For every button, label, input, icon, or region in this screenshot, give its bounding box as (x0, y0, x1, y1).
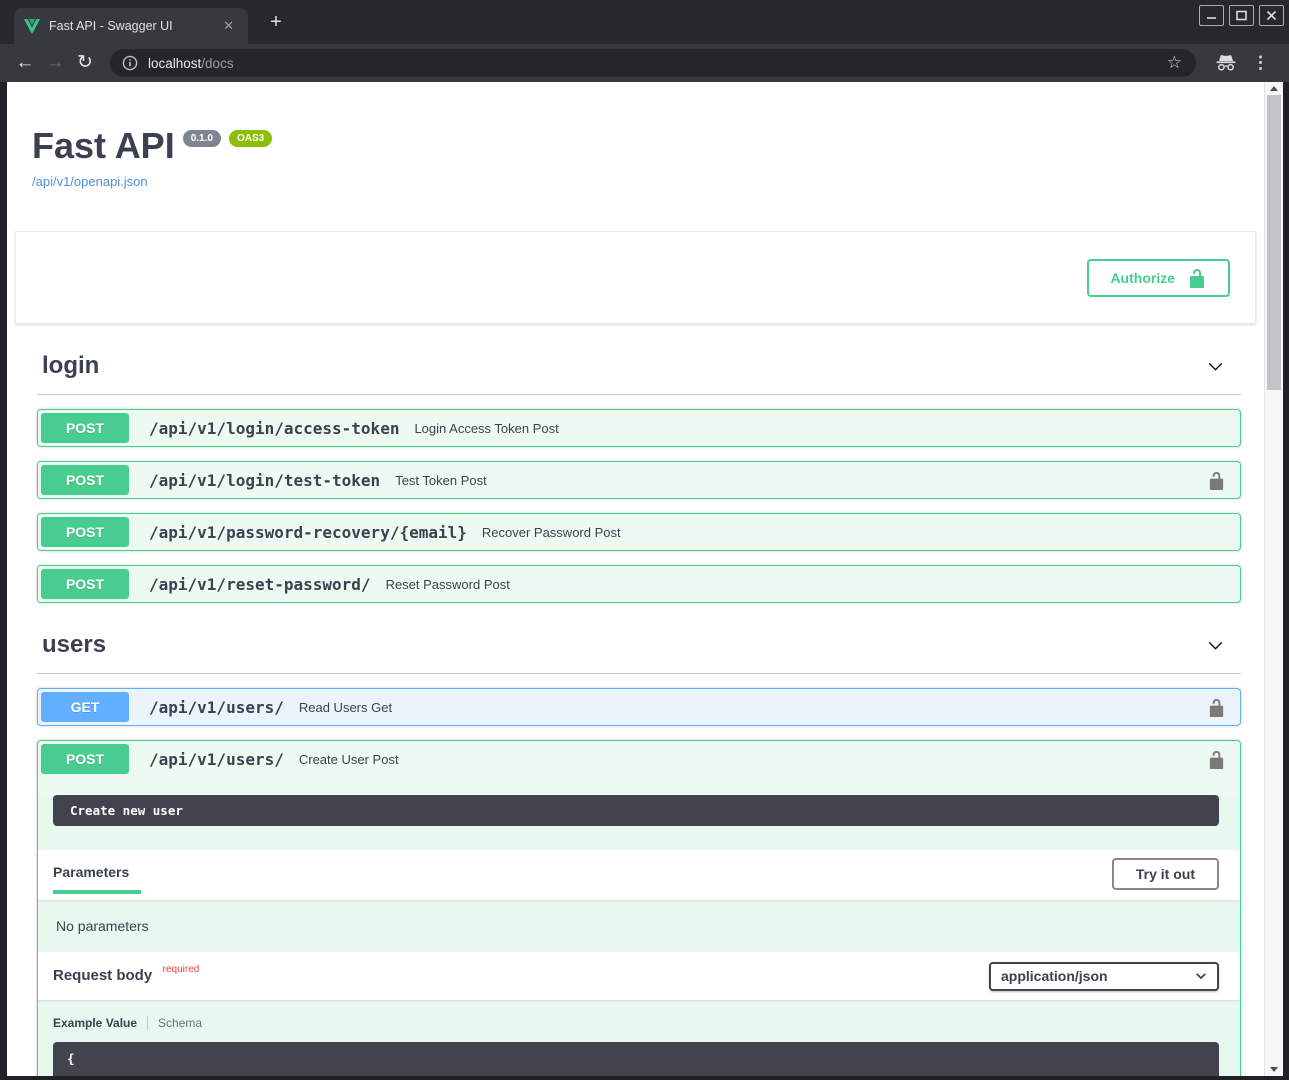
content-type-value: application/json (1001, 968, 1108, 984)
opblock-summary[interactable]: POST /api/v1/login/access-token Login Ac… (38, 410, 1240, 446)
method-badge: GET (41, 692, 129, 722)
opblock-summary[interactable]: POST /api/v1/login/test-token Test Token… (38, 462, 1240, 498)
authorize-button[interactable]: Authorize (1087, 259, 1230, 297)
method-badge: POST (41, 744, 129, 774)
content-type-select[interactable]: application/json (989, 962, 1219, 991)
browser-toolbar: ← → ↻ localhost/docs ☆ ⋮ (0, 44, 1289, 82)
opblock-create-user: POST /api/v1/users/ Create User Post Cre… (37, 740, 1241, 1076)
try-it-out-button[interactable]: Try it out (1112, 858, 1219, 890)
tab-title: Fast API - Swagger UI (49, 19, 219, 33)
page-title: Fast API (32, 128, 175, 164)
back-icon[interactable]: ← (10, 48, 40, 78)
scroll-down-icon[interactable] (1265, 1063, 1283, 1076)
op-path: /api/v1/login/access-token (149, 419, 399, 438)
version-badge: 0.1.0 (183, 130, 221, 147)
reload-icon[interactable]: ↻ (70, 48, 100, 78)
method-badge: POST (41, 413, 129, 443)
auth-lock-icon[interactable] (1207, 471, 1226, 490)
section-users-title: users (42, 631, 106, 659)
section-users: users GET /api/v1/users/ Read Users Get (37, 625, 1241, 1076)
window-controls (1199, 5, 1284, 26)
unlock-icon (1187, 268, 1207, 288)
chevron-down-icon[interactable] (1205, 356, 1226, 377)
tab-example-value[interactable]: Example Value (53, 1016, 137, 1030)
op-summary-text: Read Users Get (299, 700, 392, 715)
opblock-summary[interactable]: POST /api/v1/reset-password/ Reset Passw… (38, 566, 1240, 602)
openapi-spec-link[interactable]: /api/v1/openapi.json (32, 174, 148, 189)
opblock-body: Create new user Parameters Try it out No… (38, 795, 1240, 1076)
tab-separator (147, 1016, 148, 1030)
required-flag: required (163, 964, 200, 975)
chevron-down-icon[interactable] (1205, 635, 1226, 656)
method-badge: POST (41, 517, 129, 547)
method-badge: POST (41, 569, 129, 599)
tab-close-icon[interactable]: ✕ (219, 18, 238, 34)
opblock-summary[interactable]: POST /api/v1/users/ Create User Post (38, 741, 1240, 777)
bookmark-star-icon[interactable]: ☆ (1159, 53, 1190, 73)
op-path: /api/v1/password-recovery/{email} (149, 523, 467, 542)
auth-lock-icon[interactable] (1207, 750, 1226, 769)
op-summary-text: Reset Password Post (386, 577, 510, 592)
maximize-button[interactable] (1229, 5, 1254, 26)
swagger-page: Fast API 0.1.0 OAS3 /api/v1/openapi.json… (7, 82, 1264, 1076)
minimize-button[interactable] (1199, 5, 1224, 26)
request-body-title: Request body (53, 967, 152, 984)
op-summary-text: Login Access Token Post (414, 421, 558, 436)
auth-scheme-container: Authorize (15, 231, 1256, 324)
example-code-block: { (53, 1042, 1219, 1076)
op-path: /api/v1/login/test-token (149, 471, 380, 490)
select-chevron-down-icon (1194, 969, 1208, 983)
favicon-v-icon (24, 19, 40, 34)
opblock-reset-password: POST /api/v1/reset-password/ Reset Passw… (37, 565, 1241, 603)
scrollbar-thumb[interactable] (1267, 95, 1281, 390)
browser-menu-icon[interactable]: ⋮ (1246, 53, 1279, 73)
example-area: Example Value Schema { (38, 1000, 1240, 1076)
no-parameters-text: No parameters (38, 900, 1240, 952)
new-tab-button[interactable]: + (264, 10, 288, 34)
op-summary-text: Recover Password Post (482, 525, 621, 540)
url-path: /docs (201, 56, 233, 71)
opblock-login-access-token: POST /api/v1/login/access-token Login Ac… (37, 409, 1241, 447)
opblock-summary[interactable]: POST /api/v1/password-recovery/{email} R… (38, 514, 1240, 550)
op-summary-text: Test Token Post (395, 473, 487, 488)
url-text[interactable]: localhost/docs (148, 56, 1159, 71)
op-summary-text: Create User Post (299, 752, 399, 767)
browser-tab[interactable]: Fast API - Swagger UI ✕ (14, 8, 248, 44)
address-bar[interactable]: localhost/docs ☆ (110, 49, 1196, 77)
method-badge: POST (41, 465, 129, 495)
opblock-password-recovery: POST /api/v1/password-recovery/{email} R… (37, 513, 1241, 551)
model-example-tabs: Example Value Schema (53, 1016, 1219, 1030)
forward-icon[interactable]: → (40, 48, 70, 78)
op-path: /api/v1/users/ (149, 698, 284, 717)
site-info-icon[interactable] (122, 55, 138, 71)
scroll-up-icon[interactable] (1265, 82, 1283, 95)
section-login: login POST /api/v1/login/access-token Lo… (37, 346, 1241, 603)
op-description: Create new user (53, 795, 1219, 826)
request-body-header: Request body required application/json (38, 952, 1240, 1000)
close-button[interactable] (1259, 5, 1284, 26)
oas3-badge: OAS3 (229, 130, 272, 147)
incognito-icon (1206, 54, 1246, 72)
authorize-label: Authorize (1110, 270, 1175, 286)
tab-schema[interactable]: Schema (158, 1016, 202, 1030)
op-path: /api/v1/reset-password/ (149, 575, 371, 594)
section-login-header[interactable]: login (37, 346, 1241, 395)
section-login-title: login (42, 352, 99, 380)
browser-viewport: Fast API 0.1.0 OAS3 /api/v1/openapi.json… (7, 82, 1283, 1076)
url-host: localhost (148, 56, 201, 71)
parameters-header: Parameters Try it out (38, 850, 1240, 900)
opblock-login-test-token: POST /api/v1/login/test-token Test Token… (37, 461, 1241, 499)
page-scrollbar[interactable] (1264, 82, 1283, 1076)
op-path: /api/v1/users/ (149, 750, 284, 769)
parameters-tab[interactable]: Parameters (53, 864, 141, 894)
opblock-summary[interactable]: GET /api/v1/users/ Read Users Get (38, 689, 1240, 725)
api-info-header: Fast API 0.1.0 OAS3 /api/v1/openapi.json (7, 82, 1264, 191)
section-users-header[interactable]: users (37, 625, 1241, 674)
opblock-read-users: GET /api/v1/users/ Read Users Get (37, 688, 1241, 726)
auth-lock-icon[interactable] (1207, 698, 1226, 717)
browser-titlebar: Fast API - Swagger UI ✕ + (0, 0, 1289, 44)
